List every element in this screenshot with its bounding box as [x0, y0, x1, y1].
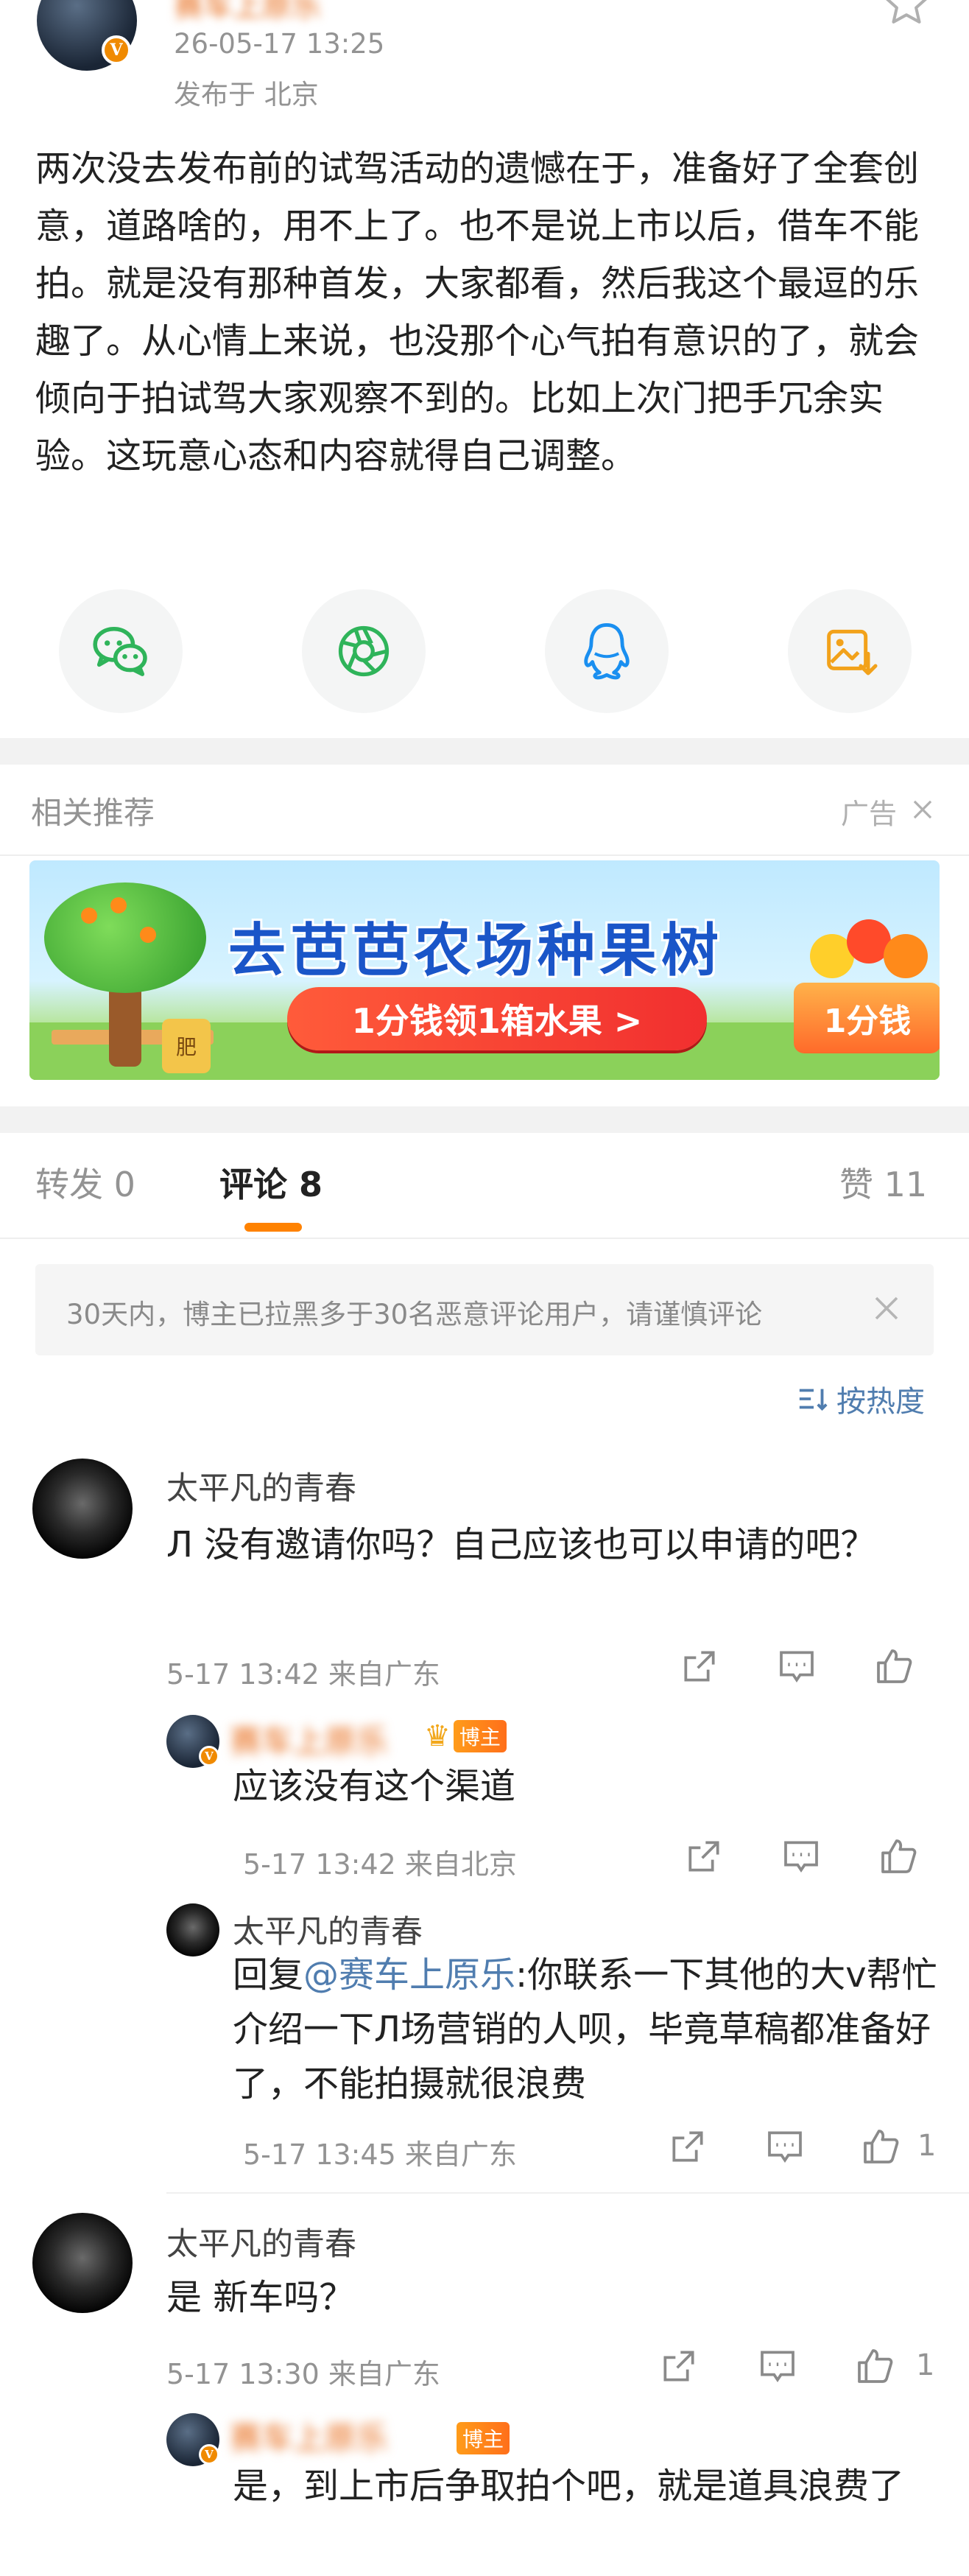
- like-count: 1: [917, 2129, 937, 2163]
- reply-icon[interactable]: [764, 2126, 806, 2167]
- comment-notice: 30天内，博主已拉黑多于30名恶意评论用户，请谨慎评论: [35, 1264, 934, 1355]
- comment-meta: 5-17 13:30 来自广东: [166, 2358, 440, 2390]
- mention-link[interactable]: @赛车上原乐: [303, 1954, 515, 1996]
- commenter-avatar[interactable]: [32, 2213, 133, 2313]
- reply-text: 应该没有这个渠道: [233, 1766, 516, 1807]
- commenter-name[interactable]: 太平凡的青春: [166, 1463, 356, 1509]
- reply-prefix: 回复: [233, 1954, 304, 1996]
- tree-illustration: [44, 882, 206, 993]
- reply-icon[interactable]: [757, 2345, 798, 2387]
- like-icon[interactable]: [878, 1836, 919, 1877]
- reply-meta: 5-17 13:45 来自广东: [243, 2138, 517, 2171]
- tab-repost[interactable]: 转发 0: [35, 1158, 135, 1207]
- tab-comments[interactable]: 评论 8: [219, 1158, 323, 1207]
- commenter-avatar[interactable]: [166, 1903, 219, 1956]
- ad-banner[interactable]: 肥 去芭芭农场种果树 1分钱领1箱水果 > 1分钱: [29, 860, 940, 1080]
- divider: [0, 1238, 969, 1239]
- comment-text: 是 新车吗？: [166, 2277, 355, 2318]
- verified-badge-icon: V: [102, 35, 131, 65]
- commenter-name[interactable]: 太平凡的青春: [166, 2219, 356, 2264]
- owner-badge-label: 博主: [453, 1720, 507, 1752]
- save-image-icon: [827, 629, 878, 675]
- share-qq-button[interactable]: [545, 589, 669, 713]
- save-image-button[interactable]: [788, 589, 912, 713]
- ad-banner-title: 去芭芭农场种果树: [228, 918, 724, 984]
- like-count: 1: [916, 2348, 935, 2382]
- reply-text: 回复@赛车上原乐:你联系一下其他的大v帮忙介绍一下Л场营销的人呗，毕竟草稿都准备…: [233, 1948, 940, 2111]
- share-moments-button[interactable]: [302, 589, 426, 713]
- repost-icon[interactable]: [683, 1836, 725, 1877]
- ad-label: 广告: [841, 798, 898, 830]
- like-icon[interactable]: [860, 2126, 901, 2167]
- qq-icon: [584, 623, 630, 680]
- owner-badge: ♛ 博主: [424, 1719, 507, 1753]
- divider: [166, 2192, 969, 2194]
- ad-banner-tag: 1分钱: [794, 983, 940, 1053]
- moments-icon: [338, 625, 390, 677]
- owner-badge-label: 博主: [457, 2422, 510, 2454]
- repost-icon[interactable]: [658, 2345, 700, 2387]
- verified-badge-icon: V: [199, 2444, 219, 2465]
- section-divider: [0, 738, 969, 765]
- sort-icon: [799, 1389, 828, 1411]
- author-name[interactable]: 赛车上原乐: [174, 0, 321, 25]
- tab-active-indicator: [244, 1223, 302, 1232]
- owner-name[interactable]: 赛车上原乐: [230, 2413, 388, 2459]
- notice-text: 30天内，博主已拉黑多于30名恶意评论用户，请谨慎评论: [66, 1299, 763, 1330]
- share-wechat-button[interactable]: [59, 589, 183, 713]
- sort-toggle[interactable]: 按热度: [797, 1378, 925, 1420]
- sort-label: 按热度: [836, 1385, 925, 1419]
- ad-banner-cta[interactable]: 1分钱领1箱水果 >: [287, 987, 707, 1050]
- reply-text: 是，到上市后争取拍个吧，就是道具浪费了: [233, 2466, 905, 2507]
- section-divider: [0, 1106, 969, 1133]
- fertilizer-bag: 肥: [162, 1019, 211, 1073]
- tab-likes[interactable]: 赞 11: [839, 1158, 927, 1207]
- repost-icon[interactable]: [667, 2126, 708, 2167]
- favorite-star-icon[interactable]: [881, 0, 932, 29]
- reply-meta: 5-17 13:42 来自北京: [243, 1848, 517, 1881]
- notice-close-icon[interactable]: [869, 1291, 904, 1326]
- post-body: 两次没去发布前的试驾活动的遗憾在于，准备好了全套创意，道路啥的，用不上了。也不是…: [35, 148, 920, 477]
- verified-badge-icon: V: [199, 1746, 219, 1766]
- owner-badge: 博主: [457, 2422, 510, 2454]
- repost-icon[interactable]: [679, 1646, 720, 1687]
- divider: [0, 854, 969, 856]
- commenter-avatar[interactable]: [32, 1459, 133, 1559]
- related-title: 相关推荐: [31, 795, 155, 831]
- reply-icon[interactable]: [776, 1646, 817, 1687]
- ad-close-icon[interactable]: [909, 796, 937, 824]
- wechat-icon: [93, 627, 147, 676]
- like-icon[interactable]: [854, 2345, 895, 2387]
- owner-name[interactable]: 赛车上原乐: [230, 1716, 388, 1762]
- post-location: 发布于 北京: [174, 79, 319, 110]
- comment-meta: 5-17 13:42 来自广东: [166, 1658, 440, 1691]
- comment-text: Л 没有邀请你吗？自己应该也可以申请的吧？: [166, 1524, 876, 1565]
- post-time: 26-05-17 13:25: [174, 28, 385, 60]
- crown-icon: ♛: [424, 1719, 451, 1753]
- like-icon[interactable]: [873, 1646, 915, 1687]
- reply-icon[interactable]: [781, 1836, 822, 1877]
- commenter-name[interactable]: 太平凡的青春: [233, 1906, 423, 1952]
